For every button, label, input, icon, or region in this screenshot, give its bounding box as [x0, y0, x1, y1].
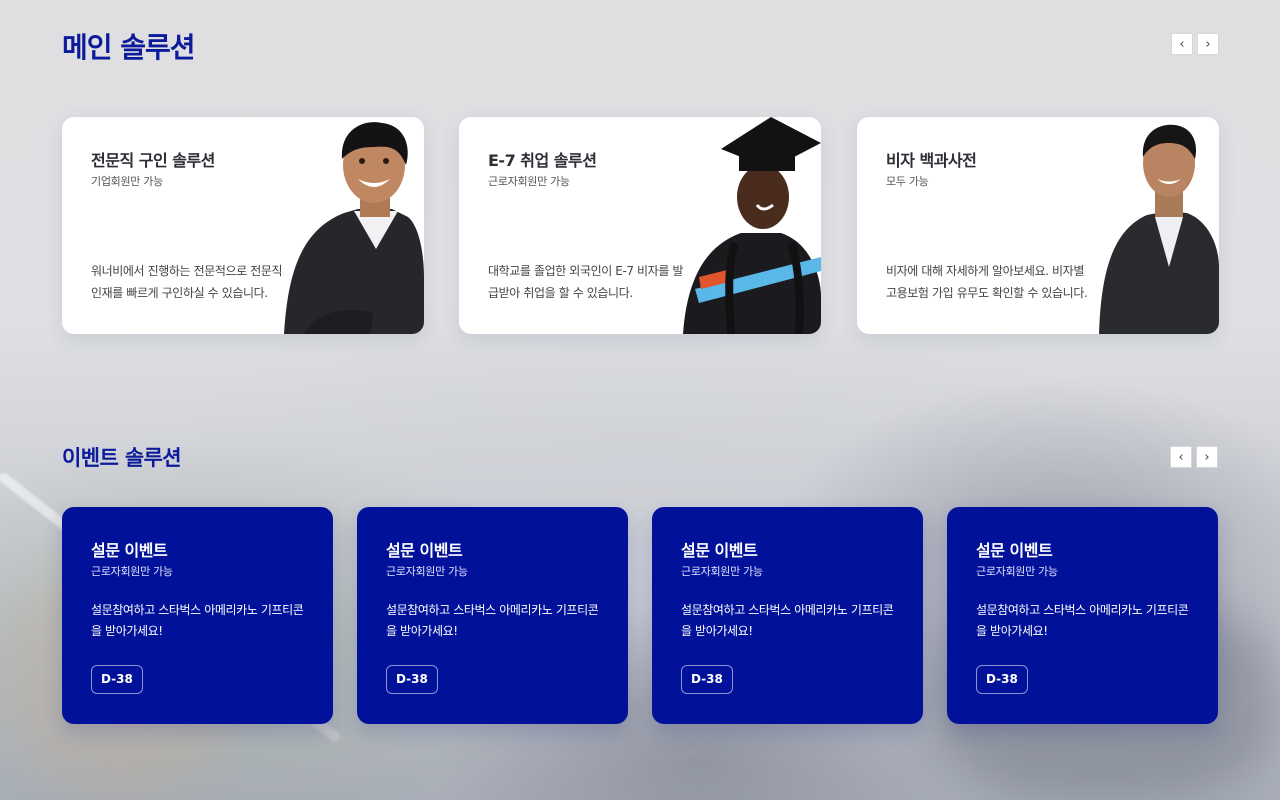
event-carousel-nav: ‹ ›	[1170, 446, 1218, 468]
event-subtitle: 근로자회원만 가능	[386, 565, 468, 578]
chevron-left-icon: ‹	[1178, 449, 1184, 465]
event-description: 설문참여하고 스타벅스 아메리카노 기프티콘을 받아가세요!	[976, 603, 1189, 638]
card-title: E-7 취업 솔루션	[488, 151, 597, 170]
d-day-badge: D-38	[976, 665, 1028, 694]
chevron-left-icon: ‹	[1179, 36, 1185, 52]
event-subtitle: 근로자회원만 가능	[976, 565, 1058, 578]
card-description: 대학교를 졸업한 외국인이 E-7 비자를 발급받아 취업을 할 수 있습니다.	[488, 264, 684, 300]
chevron-right-icon: ›	[1204, 449, 1210, 465]
d-day-badge: D-38	[386, 665, 438, 694]
event-title: 설문 이벤트	[681, 541, 758, 560]
event-title: 설문 이벤트	[386, 541, 463, 560]
event-card[interactable]: 설문 이벤트 근로자회원만 가능 설문참여하고 스타벅스 아메리카노 기프티콘을…	[62, 507, 333, 724]
d-day-badge: D-38	[91, 665, 143, 694]
main-next-button[interactable]: ›	[1197, 33, 1219, 55]
d-day-badge: D-38	[681, 665, 733, 694]
main-prev-button[interactable]: ‹	[1171, 33, 1193, 55]
event-description: 설문참여하고 스타벅스 아메리카노 기프티콘을 받아가세요!	[91, 603, 304, 638]
event-section-title: 이벤트 솔루션	[62, 446, 182, 470]
solution-card-e7[interactable]: E-7 취업 솔루션 근로자회원만 가능 대학교를 졸업한 외국인이 E-7 비…	[459, 117, 821, 334]
card-title: 비자 백과사전	[886, 151, 977, 170]
event-subtitle: 근로자회원만 가능	[681, 565, 763, 578]
chevron-right-icon: ›	[1205, 36, 1211, 52]
event-title: 설문 이벤트	[976, 541, 1053, 560]
solution-card-professional[interactable]: 전문직 구인 솔루션 기업회원만 가능 워너비에서 진행하는 전문적으로 전문직…	[62, 117, 424, 334]
man-in-suit-image	[1099, 124, 1219, 334]
event-card[interactable]: 설문 이벤트 근로자회원만 가능 설문참여하고 스타벅스 아메리카노 기프티콘을…	[357, 507, 628, 724]
graduate-woman-image	[683, 117, 821, 334]
card-description: 비자에 대해 자세하게 알아보세요. 비자별 고용보험 가입 유무도 확인할 수…	[886, 264, 1088, 300]
event-next-button[interactable]: ›	[1196, 446, 1218, 468]
event-prev-button[interactable]: ‹	[1170, 446, 1192, 468]
main-carousel-nav: ‹ ›	[1171, 33, 1219, 55]
solution-card-visa[interactable]: 비자 백과사전 모두 가능 비자에 대해 자세하게 알아보세요. 비자별 고용보…	[857, 117, 1219, 334]
card-subtitle: 근로자회원만 가능	[488, 175, 570, 188]
event-description: 설문참여하고 스타벅스 아메리카노 기프티콘을 받아가세요!	[386, 603, 599, 638]
card-title: 전문직 구인 솔루션	[91, 151, 215, 170]
card-subtitle: 기업회원만 가능	[91, 175, 163, 188]
event-description: 설문참여하고 스타벅스 아메리카노 기프티콘을 받아가세요!	[681, 603, 894, 638]
event-card[interactable]: 설문 이벤트 근로자회원만 가능 설문참여하고 스타벅스 아메리카노 기프티콘을…	[652, 507, 923, 724]
event-title: 설문 이벤트	[91, 541, 168, 560]
event-subtitle: 근로자회원만 가능	[91, 565, 173, 578]
man-in-suit-image	[284, 122, 424, 334]
card-subtitle: 모두 가능	[886, 175, 929, 188]
event-card[interactable]: 설문 이벤트 근로자회원만 가능 설문참여하고 스타벅스 아메리카노 기프티콘을…	[947, 507, 1218, 724]
main-section-title: 메인 솔루션	[62, 31, 196, 64]
card-description: 워너비에서 진행하는 전문적으로 전문직 인재를 빠르게 구인하실 수 있습니다…	[91, 264, 283, 300]
